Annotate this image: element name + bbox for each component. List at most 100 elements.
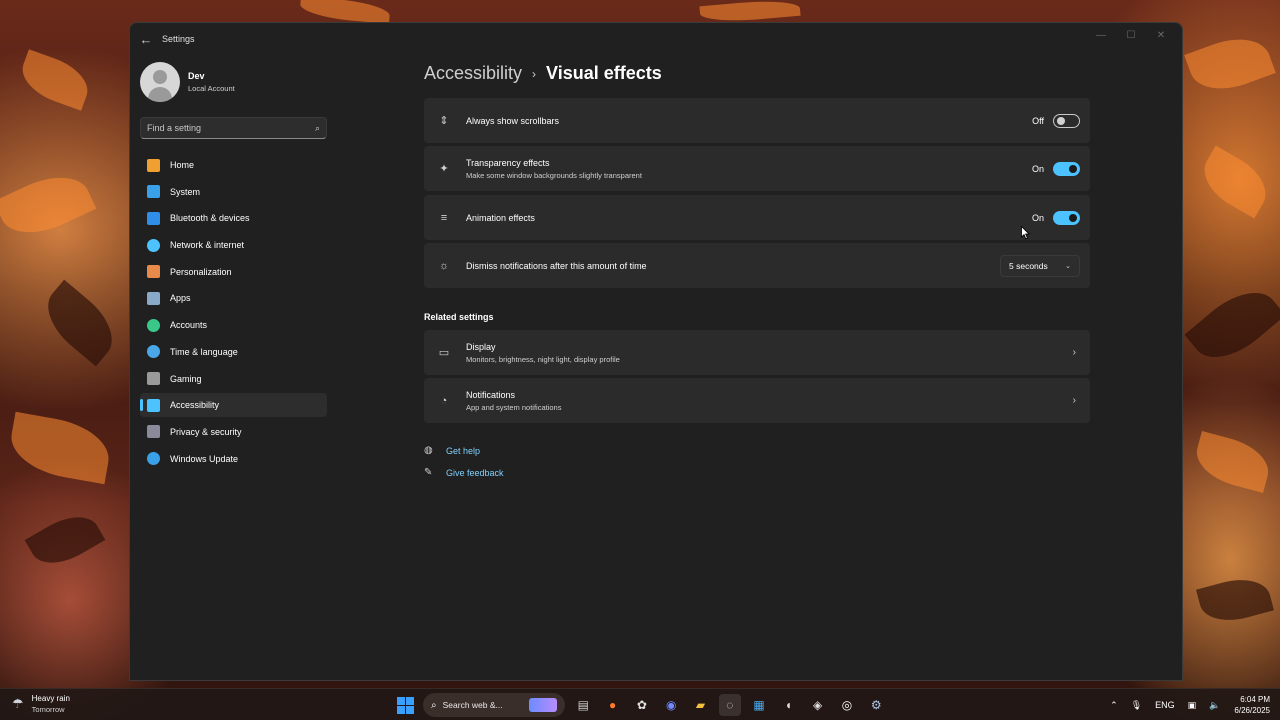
sidebar-item-personalization[interactable]: Personalization xyxy=(140,260,327,284)
steam-icon[interactable]: ◈ xyxy=(807,694,829,716)
search-icon: ⌕ xyxy=(431,699,437,711)
sidebar-nav: Home System Bluetooth & devices Network & i… xyxy=(140,153,327,473)
setting-title: Dismiss notifications after this amount … xyxy=(466,260,647,271)
get-help-label[interactable]: Get help xyxy=(446,446,480,456)
bluetooth-icon xyxy=(147,211,160,225)
taskbar-center: ⌕ Search web &... ▤ ● ✿ ◉ ▰ ◌ ▦ ◖ ◈ ◎ ⚙ xyxy=(393,693,887,717)
help-icon: ◍ xyxy=(424,445,433,456)
minimize-button[interactable]: — xyxy=(1086,27,1116,45)
weather-widget[interactable]: ☂ Heavy rain Tomorrow xyxy=(12,694,70,714)
scrollbars-toggle[interactable] xyxy=(1053,113,1080,128)
chevron-right-icon: › xyxy=(1072,347,1076,358)
search-input[interactable] xyxy=(147,123,315,133)
rain-cloud-icon: ☂ xyxy=(12,696,24,711)
gamepad-icon xyxy=(147,372,160,385)
notification-duration-dropdown[interactable]: 5 seconds ⌄ xyxy=(1000,254,1080,277)
start-button[interactable] xyxy=(393,693,417,717)
sidebar-item-accessibility[interactable]: Accessibility xyxy=(140,393,327,418)
sidebar-item-accounts[interactable]: Accounts xyxy=(140,313,327,337)
sidebar-item-windows-update[interactable]: Windows Update xyxy=(140,447,327,471)
network-icon[interactable]: ▣ xyxy=(1188,700,1197,711)
maximize-button[interactable]: ☐ xyxy=(1116,27,1146,45)
discord-icon[interactable]: ◉ xyxy=(660,694,682,716)
sidebar-item-label: Gaming xyxy=(170,373,202,384)
chatgpt-icon[interactable]: ✿ xyxy=(631,694,653,716)
wifi-icon xyxy=(147,238,160,252)
clock-date: 6/26/2025 xyxy=(1234,706,1270,715)
sidebar-item-bluetooth-devices[interactable]: Bluetooth & devices xyxy=(140,206,327,230)
setting-title: Animation effects xyxy=(466,212,535,223)
clock[interactable]: 6:04 PM 6/26/2025 xyxy=(1234,695,1270,715)
setting-dismiss-notifications: ☼ Dismiss notifications after this amoun… xyxy=(424,243,1090,288)
settings-active-icon[interactable]: ◌ xyxy=(718,694,741,716)
home-icon xyxy=(147,158,160,172)
sidebar-item-time-language[interactable]: Time & language xyxy=(140,340,327,364)
globe-icon xyxy=(147,345,160,359)
system-tray: ⌃ 🎙 ENG ▣ 🔈 6:04 PM 6/26/2025 xyxy=(1097,693,1270,717)
mouse-icon[interactable]: ◖ xyxy=(777,694,799,716)
accessibility-icon xyxy=(147,398,160,412)
related-display[interactable]: ▭ Display Monitors, brightness, night li… xyxy=(424,330,1090,375)
sidebar-item-privacy-security[interactable]: Privacy & security xyxy=(140,420,327,444)
related-settings-heading: Related settings xyxy=(424,312,494,322)
related-title: Display xyxy=(466,341,496,352)
clock-time: 6:04 PM xyxy=(1240,695,1270,704)
setting-transparency-effects[interactable]: ✦ Transparency effects Make some window … xyxy=(424,146,1090,191)
gear-icon[interactable]: ⚙ xyxy=(865,694,887,716)
bell-icon: ◔ xyxy=(440,394,448,407)
setting-animation-effects[interactable]: ≡ Animation effects On xyxy=(424,195,1090,240)
sidebar-item-label: Home xyxy=(170,160,195,170)
chevron-right-icon: › xyxy=(1072,395,1076,406)
setting-title: Transparency effects xyxy=(466,157,550,168)
scrollbar-icon: ⇕ xyxy=(439,115,449,127)
mouse-cursor-icon xyxy=(1021,226,1030,240)
settings-window: ← Settings — ☐ ✕ Dev Local Account ⌕ Hom… xyxy=(129,22,1183,681)
related-notifications[interactable]: ◔ Notifications App and system notificat… xyxy=(424,378,1090,423)
sidebar-item-label: Apps xyxy=(170,293,191,304)
animation-toggle[interactable] xyxy=(1053,210,1080,225)
setting-title: Always show scrollbars xyxy=(466,115,560,126)
taskbar: ☂ Heavy rain Tomorrow ⌕ Search web &... … xyxy=(0,688,1280,720)
transparency-toggle[interactable] xyxy=(1053,161,1080,176)
folder-icon[interactable]: ▰ xyxy=(689,694,711,716)
give-feedback-link[interactable]: ✎ Give feedback xyxy=(424,467,504,478)
user-profile[interactable]: Dev Local Account xyxy=(140,61,235,103)
animation-icon: ≡ xyxy=(440,211,448,224)
title-bar: ← Settings — ☐ ✕ xyxy=(130,23,1182,55)
accounts-icon xyxy=(147,318,160,332)
display-icon: ▭ xyxy=(438,347,450,359)
sidebar-item-gaming[interactable]: Gaming xyxy=(140,367,327,391)
get-help-link[interactable]: ◍ Get help xyxy=(424,445,480,456)
setting-always-show-scrollbars[interactable]: ⇕ Always show scrollbars Off xyxy=(424,98,1090,143)
search-highlight-icon xyxy=(529,698,557,712)
close-button[interactable]: ✕ xyxy=(1146,27,1176,45)
taskbar-search[interactable]: ⌕ Search web &... xyxy=(423,693,565,717)
sidebar-item-label: Accounts xyxy=(170,320,208,331)
toggle-state-label: On xyxy=(1031,212,1044,223)
language-indicator[interactable]: ENG xyxy=(1155,700,1175,710)
file-explorer-icon[interactable]: ▤ xyxy=(572,694,594,716)
shield-icon xyxy=(147,425,160,439)
firefox-icon[interactable]: ● xyxy=(602,694,624,716)
sidebar-item-label: System xyxy=(170,186,201,197)
chevron-down-icon: ⌄ xyxy=(1065,262,1071,270)
breadcrumb: Accessibility › Visual effects xyxy=(424,63,662,84)
sidebar-item-label: Bluetooth & devices xyxy=(170,213,250,224)
search-icon[interactable]: ⌕ xyxy=(315,123,320,134)
brush-icon xyxy=(147,265,160,279)
settings-search-box[interactable]: ⌕ xyxy=(140,117,327,139)
sidebar-item-label: Time & language xyxy=(170,346,238,357)
tray-overflow-chevron-icon[interactable]: ⌃ xyxy=(1110,700,1118,711)
volume-icon[interactable]: 🔈 xyxy=(1209,700,1220,711)
sidebar-item-system[interactable]: System xyxy=(140,180,327,204)
back-arrow-icon[interactable]: ← xyxy=(138,32,154,48)
microphone-icon[interactable]: 🎙 xyxy=(1131,700,1142,711)
sidebar-item-apps[interactable]: Apps xyxy=(140,286,327,310)
sidebar-item-home[interactable]: Home xyxy=(140,153,327,177)
obs-icon[interactable]: ◎ xyxy=(836,694,858,716)
sidebar-item-network-internet[interactable]: Network & internet xyxy=(140,233,327,257)
breadcrumb-parent[interactable]: Accessibility xyxy=(424,63,522,84)
update-icon xyxy=(147,452,160,466)
give-feedback-label[interactable]: Give feedback xyxy=(446,468,504,478)
notepad-icon[interactable]: ▦ xyxy=(748,694,770,716)
